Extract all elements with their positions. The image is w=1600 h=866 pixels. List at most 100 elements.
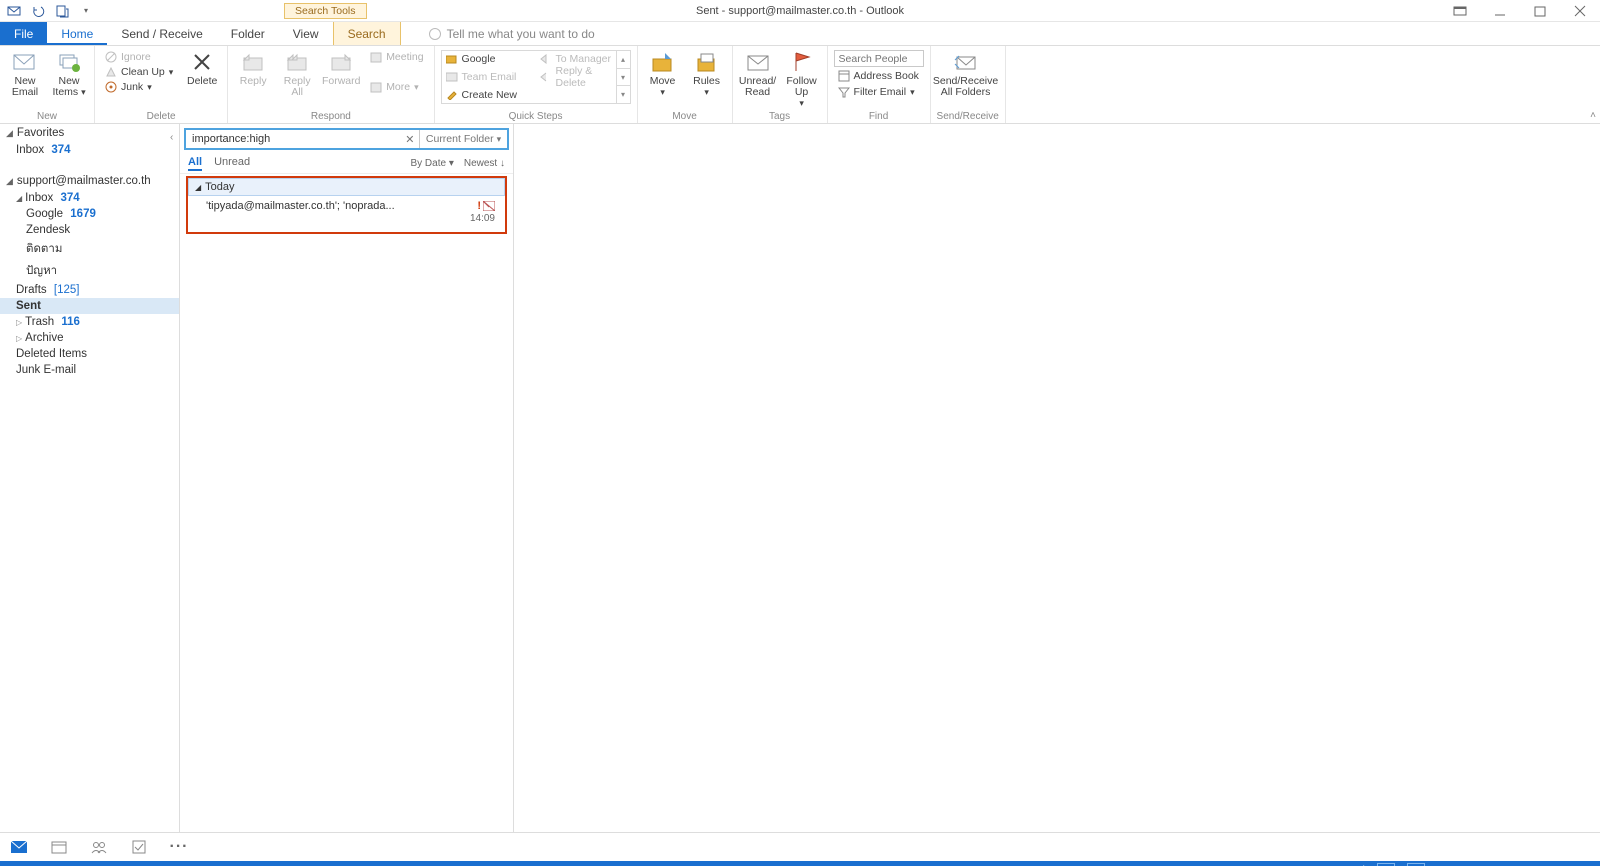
new-email-label: New Email	[6, 76, 44, 98]
junk-label: Junk	[121, 81, 143, 93]
main-area: ‹ ◢Favorites Inbox 374 ◢support@mailmast…	[0, 124, 1600, 832]
ribbon-group-move: Move▾ Rules▾ Move	[638, 46, 733, 123]
importance-high-icon: !	[477, 200, 481, 212]
nav-item-archive[interactable]: ▷Archive	[0, 330, 179, 346]
nav-item-ปัญหา[interactable]: ปัญหา	[0, 260, 179, 282]
maximize-icon[interactable]	[1520, 0, 1560, 22]
tell-me-box[interactable]: Tell me what you want to do	[429, 22, 595, 45]
message-time: 14:09	[470, 213, 495, 224]
switch-calendar-icon[interactable]	[50, 839, 68, 855]
bulb-icon	[429, 28, 441, 40]
reply-all-label: Reply All	[278, 76, 316, 98]
folder-nav-pane: ‹ ◢Favorites Inbox 374 ◢support@mailmast…	[0, 124, 180, 832]
filter-unread[interactable]: Unread	[214, 156, 250, 171]
nav-item-deleted-items[interactable]: Deleted Items	[0, 346, 179, 362]
sort-by-date[interactable]: By Date ▾	[410, 158, 453, 169]
ribbon-group-sendreceive: Send/Receive All Folders Send/Receive	[931, 46, 1006, 123]
tab-send-receive[interactable]: Send / Receive	[107, 22, 216, 45]
meeting-button: Meeting	[366, 50, 427, 64]
favorites-header[interactable]: ◢Favorites	[0, 124, 179, 142]
new-items-button[interactable]: New Items ▾	[50, 50, 88, 98]
reply-icon	[239, 50, 267, 74]
quick-steps-gallery[interactable]: Google To Manager Team Email Reply & Del…	[441, 50, 631, 104]
tab-home[interactable]: Home	[47, 22, 107, 45]
search-tools-tab-label: Search Tools	[284, 3, 367, 19]
switch-mail-icon[interactable]	[10, 839, 28, 855]
cleanup-button[interactable]: Clean Up ▾	[101, 65, 177, 79]
nav-item-google[interactable]: Google 1679	[0, 206, 179, 222]
new-email-icon	[11, 50, 39, 74]
follow-up-button[interactable]: Follow Up▾	[783, 50, 821, 109]
new-email-button[interactable]: New Email	[6, 50, 44, 98]
ignore-label: Ignore	[121, 51, 151, 63]
fav-inbox[interactable]: Inbox 374	[0, 142, 179, 158]
qs-reply-delete: Reply & Delete	[540, 65, 626, 89]
nav-item-trash[interactable]: ▷Trash 116	[0, 314, 179, 330]
result-highlight: ◢Today 'tipyada@mailmaster.co.th'; 'nopr…	[186, 176, 507, 234]
qs-create-new[interactable]: Create New	[446, 89, 532, 101]
send-receive-all-button[interactable]: Send/Receive All Folders	[937, 50, 995, 98]
address-book-button[interactable]: Address Book	[834, 69, 924, 83]
undo-icon[interactable]	[30, 3, 46, 19]
tab-folder[interactable]: Folder	[217, 22, 279, 45]
qs-google[interactable]: Google	[446, 53, 532, 65]
ribbon-group-new: New Email New Items ▾ New	[0, 46, 95, 123]
tab-view[interactable]: View	[279, 22, 333, 45]
rules-icon	[693, 50, 721, 74]
junk-button[interactable]: Junk ▾	[101, 80, 177, 94]
move-label: Move▾	[650, 76, 676, 98]
minimize-icon[interactable]	[1480, 0, 1520, 22]
account-header[interactable]: ◢support@mailmaster.co.th	[0, 172, 179, 190]
search-scope-dropdown[interactable]: Current Folder▾	[419, 130, 507, 148]
ribbon-group-quicksteps: Google To Manager Team Email Reply & Del…	[435, 46, 638, 123]
list-filter-row: All Unread By Date ▾ Newest ↓	[180, 154, 513, 174]
unread-read-label: Unread/ Read	[739, 76, 777, 98]
qat-more-icon[interactable]	[54, 3, 70, 19]
nav-item-zendesk[interactable]: Zendesk	[0, 222, 179, 238]
unread-read-button[interactable]: Unread/ Read	[739, 50, 777, 98]
delete-icon	[188, 50, 216, 74]
filter-email-label: Filter Email	[854, 86, 907, 98]
filter-all[interactable]: All	[188, 156, 202, 171]
qat-customize-icon[interactable]: ▾	[78, 3, 94, 19]
nav-item-junk-e-mail[interactable]: Junk E-mail	[0, 362, 179, 378]
tab-search[interactable]: Search	[333, 22, 401, 45]
nav-item-ติดตาม[interactable]: ติดตาม	[0, 238, 179, 260]
ribbon-group-delete-label: Delete	[101, 110, 221, 122]
sort-newest[interactable]: Newest ↓	[464, 158, 505, 169]
close-icon[interactable]	[1560, 0, 1600, 22]
message-item[interactable]: 'tipyada@mailmaster.co.th'; 'noprada... …	[188, 196, 505, 226]
ribbon-group-tags-label: Tags	[739, 110, 821, 122]
switch-tasks-icon[interactable]	[130, 839, 148, 855]
new-items-icon	[55, 50, 83, 74]
collapse-nav-icon[interactable]: ‹	[170, 132, 173, 143]
window-title: Sent - support@mailmaster.co.th - Outloo…	[696, 5, 904, 17]
nav-item-inbox[interactable]: ◢Inbox 374	[0, 190, 179, 206]
delete-button[interactable]: Delete	[183, 50, 221, 87]
nav-item-sent[interactable]: Sent	[0, 298, 179, 314]
address-book-label: Address Book	[854, 70, 919, 82]
folder-search-box[interactable]: ✕ Current Folder▾	[184, 128, 509, 150]
qs-team-email: Team Email	[446, 65, 532, 89]
tab-file[interactable]: File	[0, 22, 47, 45]
cleanup-label: Clean Up	[121, 66, 165, 78]
switch-people-icon[interactable]	[90, 839, 108, 855]
ribbon-group-find-label: Find	[834, 110, 924, 122]
nav-item-drafts[interactable]: Drafts [125]	[0, 282, 179, 298]
qs-scroll[interactable]: ▴▾▾	[616, 51, 630, 103]
ribbon-display-options-icon[interactable]	[1440, 0, 1480, 22]
clear-search-icon[interactable]: ✕	[401, 130, 419, 148]
filter-email-button[interactable]: Filter Email ▾	[834, 85, 924, 99]
move-button[interactable]: Move▾	[644, 50, 682, 98]
qat-send-receive-icon[interactable]	[6, 3, 22, 19]
date-group-today[interactable]: ◢Today	[188, 178, 505, 196]
collapse-ribbon-icon[interactable]: ˄	[1590, 110, 1596, 121]
ignore-button: Ignore	[101, 50, 177, 64]
search-people-input[interactable]	[834, 50, 924, 67]
flag-icon	[788, 50, 816, 74]
switch-more-icon[interactable]: ···	[170, 839, 188, 855]
ribbon-group-new-label: New	[6, 110, 88, 122]
rules-button[interactable]: Rules▾	[688, 50, 726, 98]
folder-search-input[interactable]	[186, 130, 401, 148]
ribbon-group-sendreceive-label: Send/Receive	[937, 110, 999, 122]
